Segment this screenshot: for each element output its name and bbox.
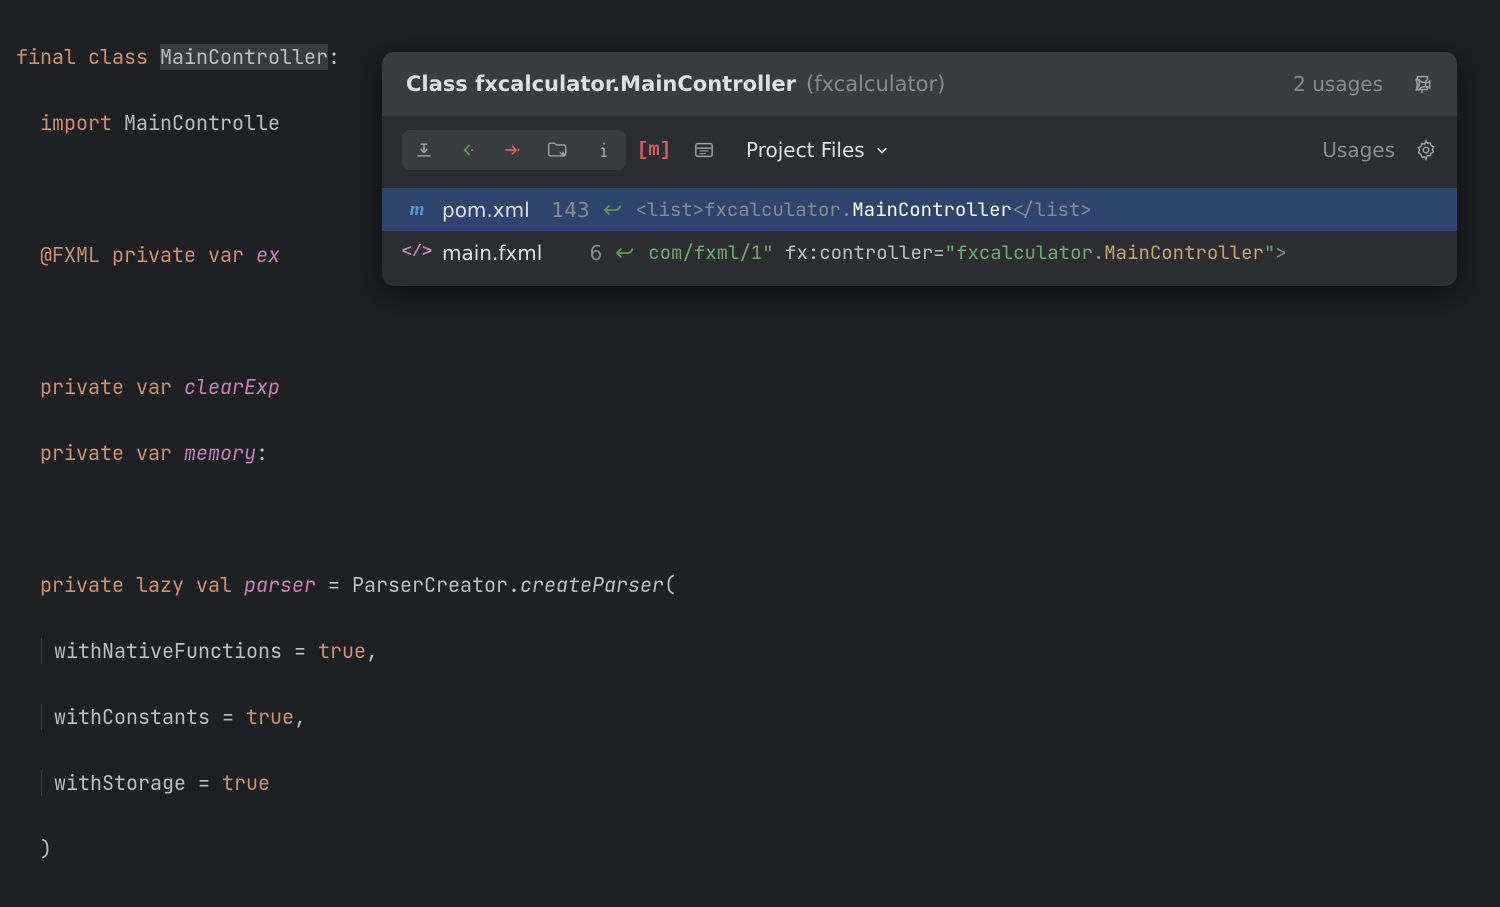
code-line[interactable]: private var clearExp: [16, 371, 1484, 404]
param-name: withConstants: [54, 704, 210, 730]
code-line[interactable]: withStorage = true: [16, 767, 1484, 800]
bool-literal: true: [246, 704, 294, 730]
result-filename: main.fxml: [442, 241, 542, 265]
keyword: var: [208, 242, 244, 268]
preview-string: "fxcalculator.: [945, 240, 1105, 265]
ident: MainControlle: [124, 110, 280, 136]
usages-label: Usages: [1322, 138, 1395, 162]
annotation: @FXML: [40, 242, 100, 268]
new-folder-button[interactable]: [534, 130, 582, 170]
popup-toolbar: [m] Project Files Usages: [382, 116, 1457, 184]
scroll-to-source-button[interactable]: [402, 130, 446, 170]
result-preview: <list>fxcalculator.MainController</list>: [636, 197, 1092, 222]
popup-title: Class fxcalculator.MainController: [406, 72, 796, 96]
bool-literal: true: [222, 770, 270, 796]
preview-attr: fx:controller=: [774, 240, 945, 265]
keyword: val: [196, 572, 232, 598]
code-line[interactable]: private lazy val parser = ParserCreator.…: [16, 569, 1484, 602]
scope-selector[interactable]: Project Files: [746, 138, 889, 162]
keyword: final: [16, 44, 76, 70]
maven-file-icon: m: [406, 199, 428, 221]
result-row[interactable]: m pom.xml 143 <list>fxcalculator.MainCon…: [382, 188, 1457, 231]
result-line-number: 143: [544, 198, 590, 222]
keyword: class: [88, 44, 148, 70]
val-name: parser: [244, 572, 316, 598]
keyword: var: [136, 440, 172, 466]
result-filename: pom.xml: [442, 198, 530, 222]
punct: :: [256, 440, 268, 466]
module-icon[interactable]: [m]: [632, 130, 676, 170]
punct: ,: [294, 704, 306, 730]
preview-pre: <list>fxcalculator.: [636, 197, 853, 222]
preview-match: MainController: [1104, 240, 1264, 265]
punct: =: [186, 770, 222, 796]
code-line[interactable]: ): [16, 833, 1484, 866]
code-line[interactable]: withConstants = true,: [16, 701, 1484, 734]
result-row[interactable]: </> main.fxml 6 com/fxml/1" fx:controlle…: [382, 231, 1457, 274]
punct: =: [316, 572, 352, 598]
method-call: createParser: [520, 572, 664, 598]
scope-label: Project Files: [746, 138, 865, 162]
result-line-number: 6: [556, 241, 602, 265]
settings-button[interactable]: [1415, 139, 1437, 161]
usage-count: 2 usages: [1293, 72, 1383, 96]
keyword: lazy: [136, 572, 184, 598]
toolbar-group: [402, 130, 626, 170]
nav-arrow-icon: [616, 245, 634, 261]
result-preview: com/fxml/1" fx:controller="fxcalculator.…: [648, 240, 1286, 265]
pin-icon[interactable]: [1411, 73, 1433, 95]
keyword: import: [40, 110, 112, 136]
xml-file-icon: </>: [406, 243, 428, 262]
punct: ): [40, 836, 52, 862]
punct: =: [210, 704, 246, 730]
punct: (: [664, 572, 676, 598]
param-name: withNativeFunctions: [54, 638, 282, 664]
title-main: fxcalculator.MainController: [475, 72, 796, 96]
param-name: withStorage: [54, 770, 186, 796]
punct: ,: [366, 638, 378, 664]
preview-string: com/fxml/1": [648, 240, 773, 265]
navigate-next-button[interactable]: [490, 130, 534, 170]
keyword: private: [40, 374, 124, 400]
ident: ParserCreator: [352, 572, 508, 598]
preview-tail: >: [1275, 240, 1286, 265]
code-line[interactable]: [16, 305, 1484, 338]
keyword: var: [136, 374, 172, 400]
code-line[interactable]: withNativeFunctions = true,: [16, 635, 1484, 668]
keyword: private: [40, 572, 124, 598]
keyword: private: [40, 440, 124, 466]
var-name: clearExp: [184, 374, 280, 400]
open-in-tool-window-button[interactable]: [446, 130, 490, 170]
info-button[interactable]: [582, 130, 626, 170]
punct: =: [282, 638, 318, 664]
results-list: m pom.xml 143 <list>fxcalculator.MainCon…: [382, 184, 1457, 286]
preview-post: </list>: [1012, 197, 1092, 222]
find-usages-popup: Class fxcalculator.MainController (fxcal…: [382, 52, 1457, 286]
keyword: private: [112, 242, 196, 268]
preview-string: ": [1264, 240, 1275, 265]
chevron-down-icon: [875, 143, 889, 157]
var-name: memory: [184, 440, 256, 466]
preview-panel-button[interactable]: [682, 130, 726, 170]
code-line[interactable]: [16, 503, 1484, 536]
popup-subtitle: (fxcalculator): [806, 72, 945, 96]
title-prefix: Class: [406, 72, 475, 96]
preview-match: MainController: [852, 197, 1012, 222]
popup-header: Class fxcalculator.MainController (fxcal…: [382, 52, 1457, 116]
var-name: ex: [256, 242, 280, 268]
class-name-highlight: MainController: [160, 44, 328, 70]
punct: .: [508, 572, 520, 598]
punct: :: [328, 44, 340, 70]
bool-literal: true: [318, 638, 366, 664]
nav-arrow-icon: [604, 202, 622, 218]
code-line[interactable]: private var memory:: [16, 437, 1484, 470]
